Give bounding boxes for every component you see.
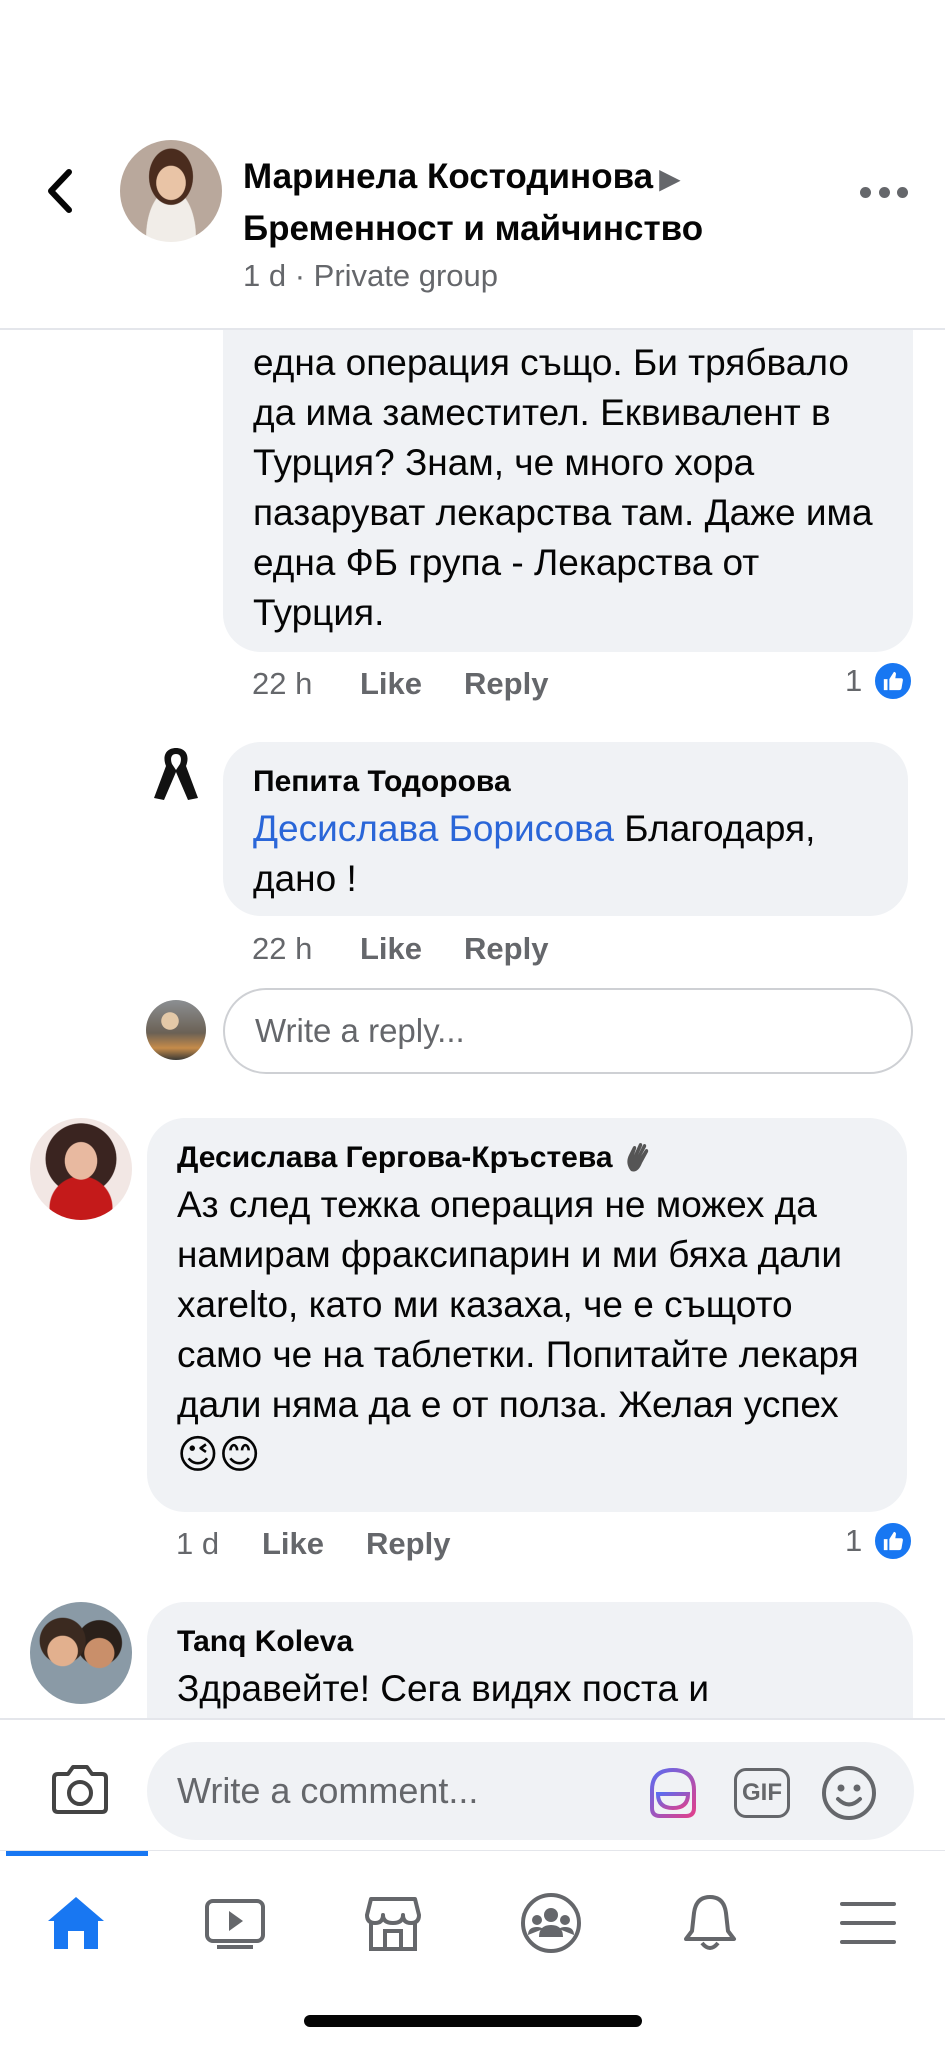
comment-bubble: Десислава Гергова-Кръстева Аз след тежка… — [147, 1118, 907, 1512]
comment-text: Десислава Борисова Благодаря, дано ! — [253, 804, 893, 904]
tab-groups[interactable] — [501, 1873, 601, 1973]
like-count: 1 — [845, 1523, 863, 1558]
wave-icon — [623, 1141, 657, 1175]
tab-menu[interactable] — [818, 1873, 918, 1973]
marketplace-icon — [365, 1897, 421, 1951]
avatar[interactable] — [30, 1602, 132, 1704]
like-count: 1 — [845, 663, 863, 698]
more-icon[interactable] — [860, 182, 908, 202]
mention-link[interactable]: Десислава Борисова — [253, 808, 614, 849]
tab-home[interactable] — [26, 1873, 126, 1973]
comment-input[interactable]: Write a comment... GIF — [147, 1742, 914, 1840]
comment-text: Здравейте! Сега видях поста и — [177, 1668, 709, 1709]
comment-text: една операция също. Би трябвало да има з… — [253, 342, 873, 633]
post-title: Маринела Костодинова ▶ Бременност и майчи… — [243, 152, 843, 254]
author-name[interactable]: Маринела Костодинова — [243, 157, 653, 196]
home-indicator — [304, 2015, 642, 2027]
comment-author-row: Десислава Гергова-Кръстева — [177, 1138, 657, 1178]
active-tab-indicator — [6, 1851, 148, 1856]
bell-icon — [684, 1895, 736, 1950]
comment-text-body: Аз след тежка операция не можех да намир… — [177, 1184, 859, 1425]
comment-bubble: една операция също. Би трябвало да има з… — [223, 290, 913, 652]
groups-icon — [521, 1893, 581, 1953]
like-icon — [872, 660, 915, 702]
emoji: 😉😊 — [177, 1433, 261, 1477]
home-icon — [48, 1897, 104, 1949]
comment-placeholder: Write a comment... — [177, 1770, 479, 1811]
tab-watch[interactable] — [185, 1873, 285, 1973]
bottom-nav — [0, 1850, 945, 2048]
comment-text: Аз след тежка операция не можех да намир… — [177, 1180, 887, 1481]
arrow-icon: ▶ — [659, 163, 681, 194]
post-header: Маринела Костодинова ▶ Бременност и майчи… — [0, 0, 945, 330]
reply-button[interactable]: Reply — [464, 666, 548, 702]
reply-button[interactable]: Reply — [366, 1526, 450, 1562]
comment-bubble: Пепита Тодорова Десислава Борисова Благо… — [223, 742, 908, 916]
avatar — [146, 1000, 206, 1060]
comment-author[interactable]: Десислава Гергова-Кръстева — [177, 1138, 613, 1178]
comment-time: 1 d — [176, 1526, 220, 1561]
gif-label: GIF — [742, 1779, 782, 1806]
tab-notifications[interactable] — [660, 1873, 760, 1973]
group-name[interactable]: Бременност и майчинство — [243, 209, 703, 248]
comment-author[interactable]: Tanq Koleva — [177, 1622, 353, 1662]
author-avatar[interactable] — [120, 140, 222, 242]
back-button[interactable] — [40, 165, 80, 217]
avatar-sticker-icon[interactable] — [644, 1764, 702, 1822]
reaction-count[interactable]: 1 — [845, 1520, 915, 1562]
like-button[interactable]: Like — [262, 1526, 324, 1562]
comment-composer: Write a comment... GIF — [0, 1718, 945, 1850]
comment-time: 22 h — [252, 931, 313, 966]
comment-actions: 1 d Like Reply — [176, 1526, 492, 1562]
back-chevron-icon — [48, 169, 72, 213]
reply-placeholder: Write a reply... — [255, 1012, 465, 1049]
camera-icon[interactable] — [48, 1764, 112, 1816]
comment-actions: 22 h Like Reply — [252, 666, 590, 702]
reply-input[interactable]: Write a reply... — [223, 988, 913, 1074]
reply-button[interactable]: Reply — [464, 931, 548, 967]
comment-actions: 22 h Like Reply — [252, 931, 590, 967]
menu-icon — [840, 1902, 896, 1944]
like-icon — [872, 1520, 915, 1562]
black-ribbon-icon — [150, 742, 202, 804]
avatar[interactable] — [30, 1118, 132, 1220]
like-button[interactable]: Like — [360, 666, 422, 702]
comment-time: 22 h — [252, 666, 313, 701]
post-meta: 1 d · Private group — [243, 258, 499, 293]
comment-author[interactable]: Пепита Тодорова — [253, 762, 511, 802]
like-button[interactable]: Like — [360, 931, 422, 967]
gif-icon[interactable]: GIF — [734, 1768, 790, 1818]
reaction-count[interactable]: 1 — [845, 660, 915, 702]
watch-icon — [205, 1899, 265, 1949]
emoji-icon[interactable] — [820, 1764, 878, 1822]
tab-marketplace[interactable] — [343, 1873, 443, 1973]
